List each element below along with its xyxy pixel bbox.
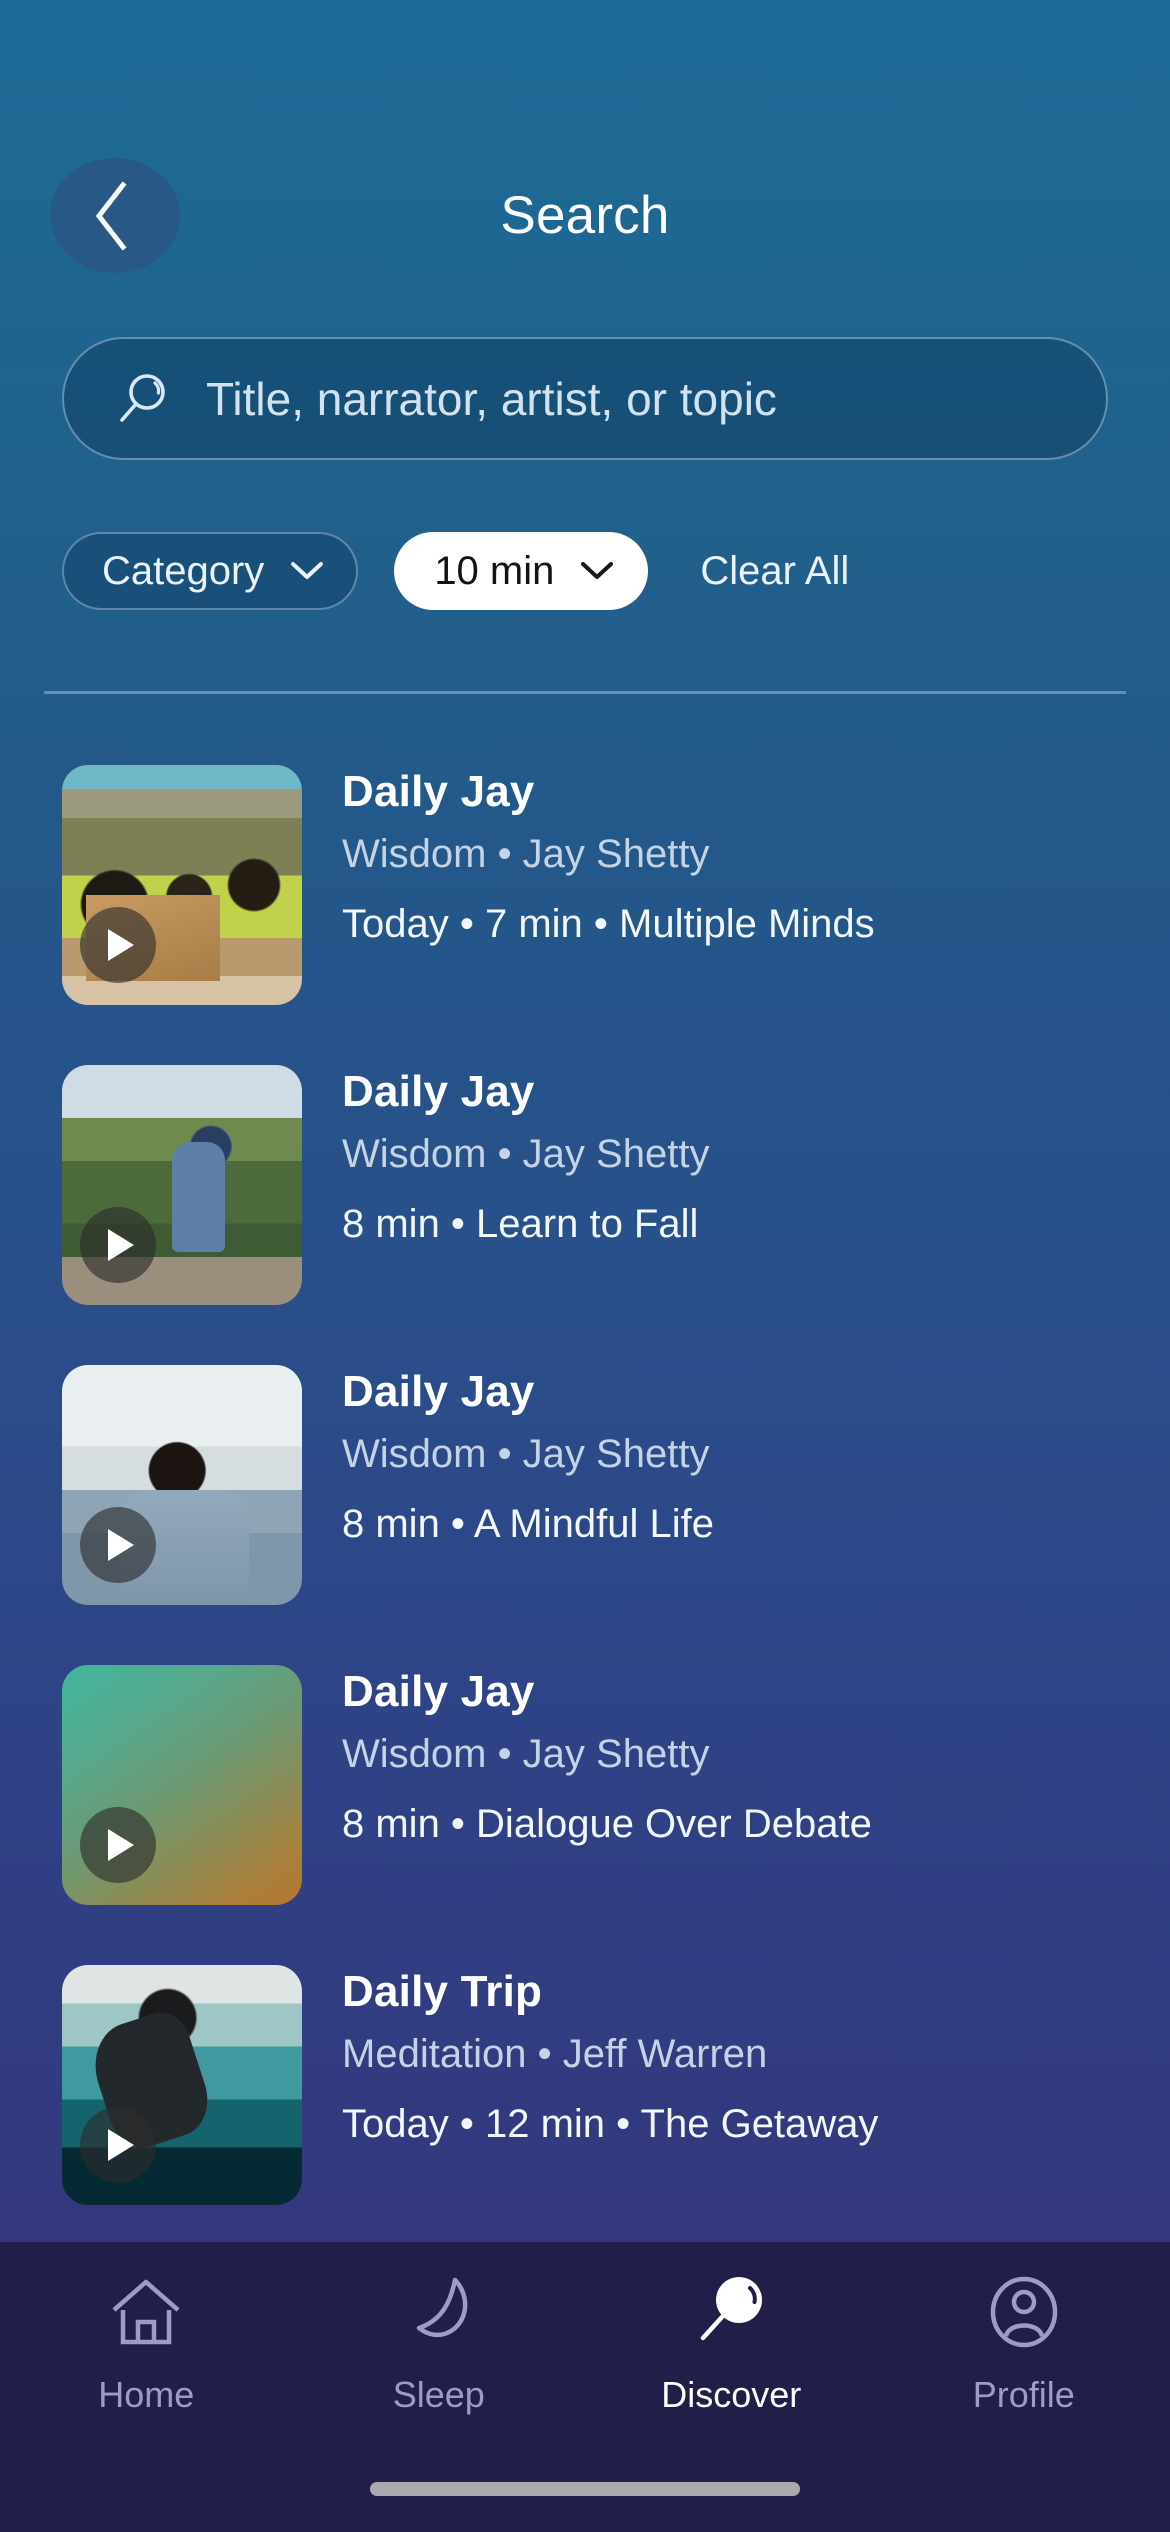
- list-item-title: Daily Jay: [342, 767, 535, 816]
- nav-item-home[interactable]: Home: [0, 2260, 293, 2450]
- list-item-detail: 8 min • Learn to Fall: [342, 1201, 699, 1246]
- home-indicator[interactable]: [370, 2482, 800, 2496]
- thumbnail[interactable]: [62, 1065, 302, 1305]
- divider: [44, 691, 1126, 694]
- search-icon: [114, 369, 174, 429]
- list-item[interactable]: Daily Jay Wisdom • Jay Shetty 8 min • A …: [0, 1340, 1170, 1640]
- filter-chip-category-label: Category: [102, 548, 265, 593]
- list-item-meta: Daily Jay Wisdom • Jay Shetty 8 min • Di…: [342, 1666, 1150, 1848]
- user-circle-icon: [982, 2260, 1066, 2364]
- bottom-navigation: Home Sleep Discover Profile: [0, 2242, 1170, 2532]
- status-bar: [0, 0, 1170, 130]
- nav-item-discover-label: Discover: [661, 2374, 802, 2415]
- list-item-subtitle: Wisdom • Jay Shetty: [342, 831, 710, 876]
- filter-row: Category 10 min Clear All: [62, 530, 1108, 612]
- list-item-title: Daily Jay: [342, 1067, 535, 1116]
- search-results-list[interactable]: Daily Jay Wisdom • Jay Shetty Today • 7 …: [0, 740, 1170, 2260]
- nav-item-profile[interactable]: Profile: [878, 2260, 1170, 2450]
- header: Search: [0, 150, 1170, 280]
- nav-item-discover[interactable]: Discover: [585, 2260, 878, 2450]
- list-item[interactable]: Daily Jay Wisdom • Jay Shetty 8 min • Le…: [0, 1040, 1170, 1340]
- home-icon: [104, 2260, 188, 2364]
- list-item-detail: Today • 7 min • Multiple Minds: [342, 901, 875, 946]
- app-screen: Search Title, narrator, artist, or topic…: [0, 0, 1170, 2532]
- play-icon[interactable]: [80, 1807, 156, 1883]
- filter-chip-duration-label: 10 min: [434, 548, 555, 593]
- filter-chip-duration[interactable]: 10 min: [394, 532, 649, 610]
- list-item-subtitle: Wisdom • Jay Shetty: [342, 1431, 710, 1476]
- play-icon[interactable]: [80, 1507, 156, 1583]
- list-item-title: Daily Jay: [342, 1367, 535, 1416]
- list-item-subtitle: Wisdom • Jay Shetty: [342, 1131, 710, 1176]
- play-icon[interactable]: [80, 2107, 156, 2183]
- thumbnail[interactable]: [62, 765, 302, 1005]
- nav-item-profile-label: Profile: [972, 2374, 1075, 2415]
- list-item-subtitle: Meditation • Jeff Warren: [342, 2031, 768, 2076]
- nav-item-sleep[interactable]: Sleep: [293, 2260, 586, 2450]
- nav-item-home-label: Home: [98, 2374, 195, 2415]
- thumbnail[interactable]: [62, 1365, 302, 1605]
- list-item-subtitle: Wisdom • Jay Shetty: [342, 1731, 710, 1776]
- filter-chip-category[interactable]: Category: [62, 532, 359, 610]
- search-filled-icon: [689, 2260, 773, 2364]
- list-item-meta: Daily Jay Wisdom • Jay Shetty 8 min • A …: [342, 1366, 1150, 1548]
- back-button[interactable]: [50, 158, 180, 273]
- list-item-meta: Daily Trip Meditation • Jeff Warren Toda…: [342, 1966, 1150, 2148]
- moon-icon: [397, 2260, 481, 2364]
- list-item-detail: 8 min • Dialogue Over Debate: [342, 1801, 872, 1846]
- thumbnail[interactable]: [62, 1665, 302, 1905]
- chevron-down-icon: [290, 560, 324, 582]
- thumbnail[interactable]: [62, 1965, 302, 2205]
- list-item[interactable]: Daily Trip Meditation • Jeff Warren Toda…: [0, 1940, 1170, 2240]
- chevron-left-icon: [95, 179, 135, 253]
- nav-item-sleep-label: Sleep: [392, 2374, 485, 2415]
- list-item[interactable]: Daily Jay Wisdom • Jay Shetty 8 min • Di…: [0, 1640, 1170, 1940]
- search-input[interactable]: Title, narrator, artist, or topic: [62, 337, 1108, 460]
- list-item-detail: Today • 12 min • The Getaway: [342, 2101, 879, 2146]
- list-item-title: Daily Jay: [342, 1667, 535, 1716]
- list-item-meta: Daily Jay Wisdom • Jay Shetty 8 min • Le…: [342, 1066, 1150, 1248]
- list-item-detail: 8 min • A Mindful Life: [342, 1501, 714, 1546]
- play-icon[interactable]: [80, 907, 156, 983]
- search-placeholder: Title, narrator, artist, or topic: [206, 372, 777, 425]
- list-item[interactable]: Daily Jay Wisdom • Jay Shetty Today • 7 …: [0, 740, 1170, 1040]
- list-item-meta: Daily Jay Wisdom • Jay Shetty Today • 7 …: [342, 766, 1150, 948]
- list-item-title: Daily Trip: [342, 1967, 543, 2016]
- clear-all-button[interactable]: Clear All: [700, 549, 849, 594]
- play-icon[interactable]: [80, 1207, 156, 1283]
- chevron-down-icon: [580, 560, 614, 582]
